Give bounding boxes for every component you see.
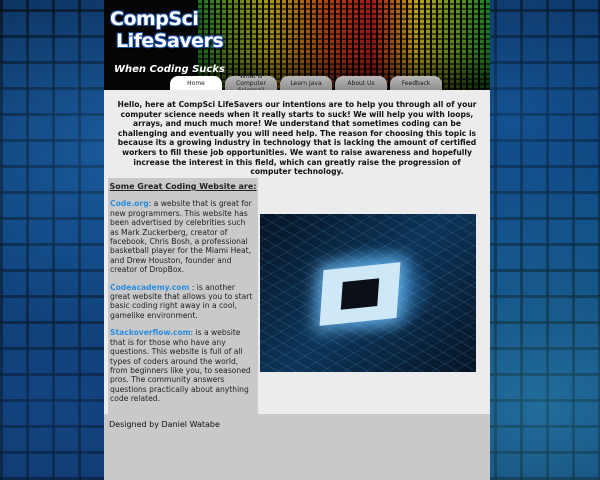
sidebar-title: Some Great Coding Website are: (109, 182, 257, 191)
tab-learn-java[interactable]: Learn Java (280, 76, 332, 90)
logo-text-line1: CompSci (110, 8, 199, 30)
chip-body (319, 262, 401, 326)
site-link-stackoverflow[interactable]: Stackoverflow.com (110, 328, 191, 337)
chip-die (340, 278, 380, 310)
site-entry-stackoverflow: Stackoverflow.com: is a website that is … (110, 328, 254, 403)
tab-feedback[interactable]: Feedback (390, 76, 442, 90)
site-footer: Designed by Daniel Watabe (104, 414, 490, 480)
site-header: CompSci LifeSavers When Coding Sucks Hom… (104, 0, 490, 90)
tab-about-us[interactable]: About Us (335, 76, 387, 90)
site-entry-code-org: Code.org: a website that is great for ne… (110, 199, 254, 274)
site-link-codeacademy[interactable]: Codeacademy.com (110, 283, 189, 292)
tab-home[interactable]: Home (170, 76, 222, 90)
nav-tabs: Home What is Computer Science? Learn Jav… (170, 73, 445, 90)
intro-paragraph: Hello, here at CompSci LifeSavers our in… (117, 100, 477, 177)
site-tagline: When Coding Sucks (114, 64, 225, 75)
page-container: CompSci LifeSavers When Coding Sucks Hom… (104, 0, 490, 480)
main-content: Hello, here at CompSci LifeSavers our in… (104, 90, 490, 462)
site-link-code-org[interactable]: Code.org (110, 199, 149, 208)
site-description: : a website that is great for new progra… (110, 199, 252, 275)
footer-credit: Designed by Daniel Watabe (109, 420, 220, 429)
cpu-chip-image (260, 214, 476, 372)
logo-text-line2: LifeSavers (116, 30, 224, 52)
site-entry-codeacademy: Codeacademy.com : is another great websi… (110, 283, 254, 321)
tab-what-is-computer-science[interactable]: What is Computer Science? (225, 73, 277, 90)
site-description: : is a website that is for those who hav… (110, 328, 251, 404)
